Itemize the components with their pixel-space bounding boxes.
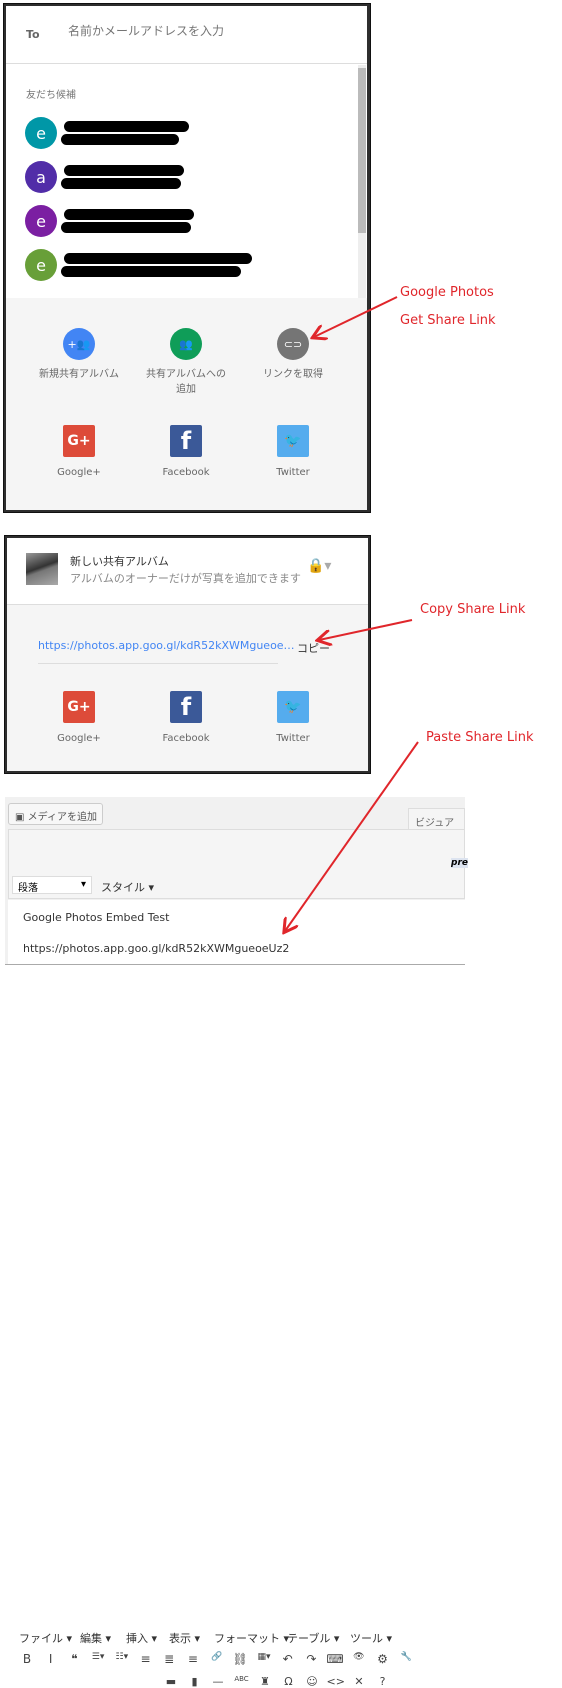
toolbar-button[interactable]: ≡ bbox=[137, 1652, 155, 1666]
menu-item[interactable]: 編集 ▾ bbox=[80, 1630, 111, 1646]
social-label[interactable]: Google+ bbox=[29, 731, 129, 746]
redacted-email bbox=[61, 178, 181, 189]
contact-avatar[interactable]: e bbox=[25, 205, 57, 237]
toolbar-button[interactable]: ≡ bbox=[184, 1652, 202, 1666]
link-icon[interactable]: ⊂⊃ bbox=[277, 328, 309, 360]
menu-item[interactable]: テーブル ▾ bbox=[287, 1630, 339, 1646]
arrow bbox=[314, 296, 398, 337]
facebook-icon[interactable]: f bbox=[170, 691, 202, 723]
toolbar-button[interactable]: ⌨ bbox=[326, 1652, 344, 1666]
toolbar-button[interactable]: ❝ bbox=[65, 1652, 83, 1666]
google-plus-icon[interactable]: G+ bbox=[63, 425, 95, 457]
toolbar-button[interactable]: ☺ bbox=[303, 1675, 321, 1688]
annotation-arrows bbox=[0, 296, 419, 973]
toolbar-button[interactable]: ▬ bbox=[162, 1675, 180, 1688]
toolbar-button[interactable]: ↶ bbox=[279, 1652, 297, 1666]
toolbar-button[interactable]: ABC bbox=[233, 1675, 251, 1683]
redacted-email bbox=[61, 266, 241, 277]
redacted-name bbox=[64, 209, 194, 220]
toolbar-button[interactable]: 🔧 bbox=[397, 1652, 415, 1662]
redacted-email bbox=[61, 134, 179, 145]
toolbar-button[interactable]: ⛓ bbox=[231, 1652, 249, 1666]
toolbar-button[interactable]: Ω bbox=[280, 1675, 298, 1688]
toolbar-button[interactable]: ↷ bbox=[302, 1652, 320, 1666]
redacted-name bbox=[64, 165, 184, 176]
toolbar-button[interactable]: ? bbox=[374, 1675, 392, 1688]
add-people-icon[interactable]: +👥 bbox=[63, 328, 95, 360]
redacted-email bbox=[61, 222, 191, 233]
action-label[interactable]: 新規共有アルバム bbox=[39, 367, 119, 382]
toolbar-button[interactable]: <> bbox=[327, 1675, 345, 1688]
twitter-icon[interactable]: 🐦 bbox=[277, 425, 309, 457]
social-label[interactable]: Google+ bbox=[29, 465, 129, 480]
social-label[interactable]: Facebook bbox=[136, 465, 236, 480]
action-label[interactable]: 共有アルバムへの追加 bbox=[146, 367, 226, 397]
toolbar-button[interactable]: — bbox=[209, 1675, 227, 1688]
social-label[interactable]: Twitter bbox=[243, 465, 343, 480]
menu-item[interactable]: 挿入 ▾ bbox=[126, 1630, 157, 1646]
toolbar-button[interactable]: ♜ bbox=[256, 1675, 274, 1688]
people-icon[interactable]: 👥 bbox=[170, 328, 202, 360]
toolbar-button[interactable]: ☷▾ bbox=[113, 1652, 131, 1662]
toolbar-button[interactable]: ▦▾ bbox=[255, 1652, 273, 1662]
toolbar-button[interactable]: 🔗 bbox=[208, 1652, 226, 1662]
google-plus-icon[interactable]: G+ bbox=[63, 691, 95, 723]
toolbar-button[interactable]: ⚙ bbox=[374, 1652, 392, 1666]
menu-item[interactable]: 表示 ▾ bbox=[169, 1630, 200, 1646]
toolbar-button[interactable]: ▮ bbox=[186, 1675, 204, 1688]
arrow bbox=[319, 619, 413, 640]
toolbar-button[interactable]: ✕ bbox=[350, 1675, 368, 1688]
twitter-icon[interactable]: 🐦 bbox=[277, 691, 309, 723]
redacted-name bbox=[64, 121, 189, 132]
toolbar-button[interactable]: B bbox=[18, 1652, 36, 1666]
menu-item[interactable]: ツール ▾ bbox=[350, 1630, 392, 1646]
toolbar-button[interactable]: ☰▾ bbox=[89, 1652, 107, 1662]
arrow bbox=[285, 741, 419, 931]
facebook-icon[interactable]: f bbox=[170, 425, 202, 457]
menu-item[interactable]: ファイル ▾ bbox=[19, 1630, 72, 1646]
toolbar-button[interactable]: ≣ bbox=[160, 1652, 178, 1666]
action-label[interactable]: リンクを取得 bbox=[253, 367, 333, 382]
redacted-name bbox=[64, 253, 252, 264]
contact-avatar[interactable]: a bbox=[25, 161, 57, 193]
social-label[interactable]: Facebook bbox=[136, 731, 236, 746]
contact-avatar[interactable]: e bbox=[25, 117, 57, 149]
toolbar-button[interactable]: I bbox=[42, 1652, 60, 1666]
contact-avatar[interactable]: e bbox=[25, 249, 57, 281]
social-label[interactable]: Twitter bbox=[243, 731, 343, 746]
menu-item[interactable]: フォーマット ▾ bbox=[214, 1630, 289, 1646]
toolbar-button[interactable]: 👁 bbox=[350, 1652, 368, 1662]
